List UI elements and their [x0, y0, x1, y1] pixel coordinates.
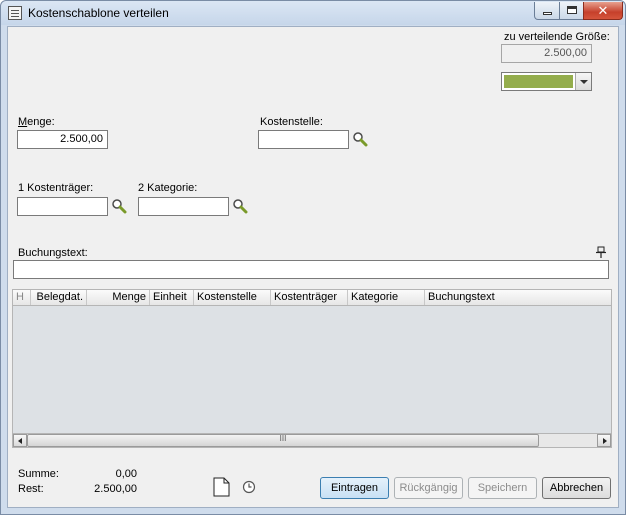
entries-table[interactable]: H Belegdat. Menge Einheit Kostenstelle K…	[12, 289, 612, 447]
speichern-button[interactable]: Speichern	[468, 477, 537, 499]
column-header-kostentraeger[interactable]: Kostenträger	[271, 290, 348, 305]
buchungstext-input[interactable]	[13, 260, 609, 279]
kategorie-search-icon[interactable]	[232, 198, 248, 214]
maximize-icon	[567, 6, 577, 14]
buchungstext-label: Buchungstext:	[18, 247, 88, 259]
dialog-content: zu verteilende Größe: 2.500,00 Menge: 2.…	[7, 26, 619, 508]
kategorie-label: 2 Kategorie:	[138, 182, 198, 194]
eintragen-button[interactable]: Eintragen	[320, 477, 389, 499]
scroll-grip: III	[279, 434, 287, 443]
rest-label: Rest:	[18, 483, 44, 495]
scroll-thumb[interactable]: III	[27, 434, 539, 447]
column-header-kategorie[interactable]: Kategorie	[348, 290, 425, 305]
new-document-icon[interactable]	[213, 477, 230, 497]
color-swatch	[504, 75, 573, 88]
scroll-left-icon[interactable]	[13, 434, 27, 447]
menge-label-mnemonic: M	[18, 116, 28, 128]
kostentraeger-search-icon[interactable]	[111, 198, 127, 214]
kategorie-input[interactable]	[138, 197, 229, 216]
close-button[interactable]: ✕	[583, 2, 623, 20]
maximize-button[interactable]	[559, 2, 584, 20]
distribute-value-field: 2.500,00	[501, 44, 592, 63]
column-header-kostenstelle[interactable]: Kostenstelle	[194, 290, 271, 305]
kostenstelle-search-icon[interactable]	[352, 131, 368, 147]
menge-input[interactable]: 2.500,00	[17, 130, 108, 149]
menge-label-rest: enge:	[27, 116, 55, 128]
app-icon	[8, 6, 22, 20]
kostentraeger-label: 1 Kostenträger:	[18, 182, 94, 194]
minimize-button[interactable]	[534, 2, 560, 20]
minimize-icon	[543, 12, 552, 15]
scroll-right-icon[interactable]	[597, 434, 611, 447]
column-header-buchungstext[interactable]: Buchungstext	[425, 290, 611, 305]
window-title: Kostenschablone verteilen	[28, 6, 169, 20]
chevron-down-icon[interactable]	[575, 73, 591, 90]
table-header: H Belegdat. Menge Einheit Kostenstelle K…	[13, 290, 611, 306]
kostenstelle-label: Kostenstelle:	[260, 116, 323, 128]
abbrechen-button[interactable]: Abbrechen	[542, 477, 611, 499]
distribute-label: zu verteilende Größe:	[504, 31, 610, 43]
dialog-window: Kostenschablone verteilen ✕ zu verteilen…	[0, 0, 626, 515]
column-header-einheit[interactable]: Einheit	[150, 290, 194, 305]
color-dropdown[interactable]	[501, 72, 592, 91]
column-header-h[interactable]: H	[13, 290, 31, 305]
rueckgaengig-button[interactable]: Rückgängig	[394, 477, 463, 499]
menge-label: Menge:	[18, 116, 55, 128]
kostenstelle-input[interactable]	[258, 130, 349, 149]
kostentraeger-input[interactable]	[17, 197, 108, 216]
close-icon: ✕	[597, 3, 609, 18]
horizontal-scrollbar[interactable]: III	[12, 433, 612, 448]
column-header-belegdat[interactable]: Belegdat.	[31, 290, 87, 305]
summe-label: Summe:	[18, 468, 59, 480]
column-header-menge[interactable]: Menge	[87, 290, 150, 305]
clock-icon[interactable]	[242, 480, 256, 494]
rest-value: 2.500,00	[94, 483, 137, 495]
title-bar[interactable]: Kostenschablone verteilen ✕	[1, 1, 625, 25]
pin-icon[interactable]	[595, 246, 607, 259]
summe-value: 0,00	[115, 468, 137, 480]
